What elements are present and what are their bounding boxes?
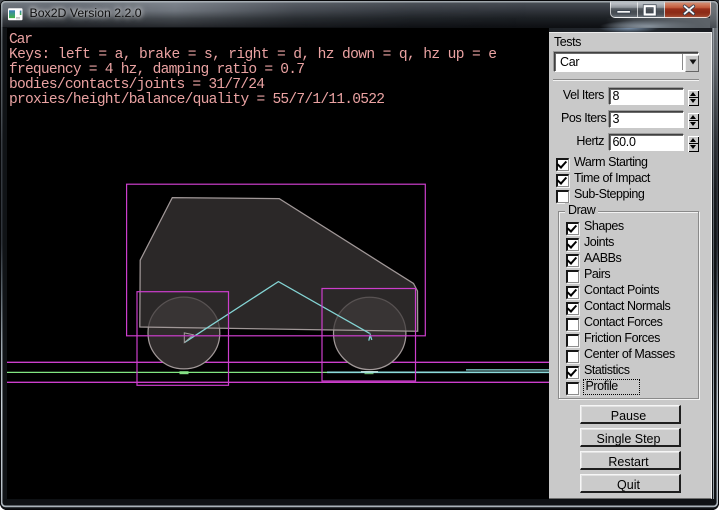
svg-text:proxies/height/balance/quality: proxies/height/balance/quality = 55/7/1/…	[9, 92, 385, 108]
svg-text:Keys: left = a, brake = s, rig: Keys: left = a, brake = s, right = d, hz…	[9, 47, 497, 63]
svg-text:bodies/contacts/joints = 31/7/: bodies/contacts/joints = 31/7/24	[9, 77, 265, 93]
svg-text:frequency = 4 hz, damping rati: frequency = 4 hz, damping ratio = 0.7	[9, 62, 305, 78]
svg-text:Car: Car	[9, 32, 33, 48]
